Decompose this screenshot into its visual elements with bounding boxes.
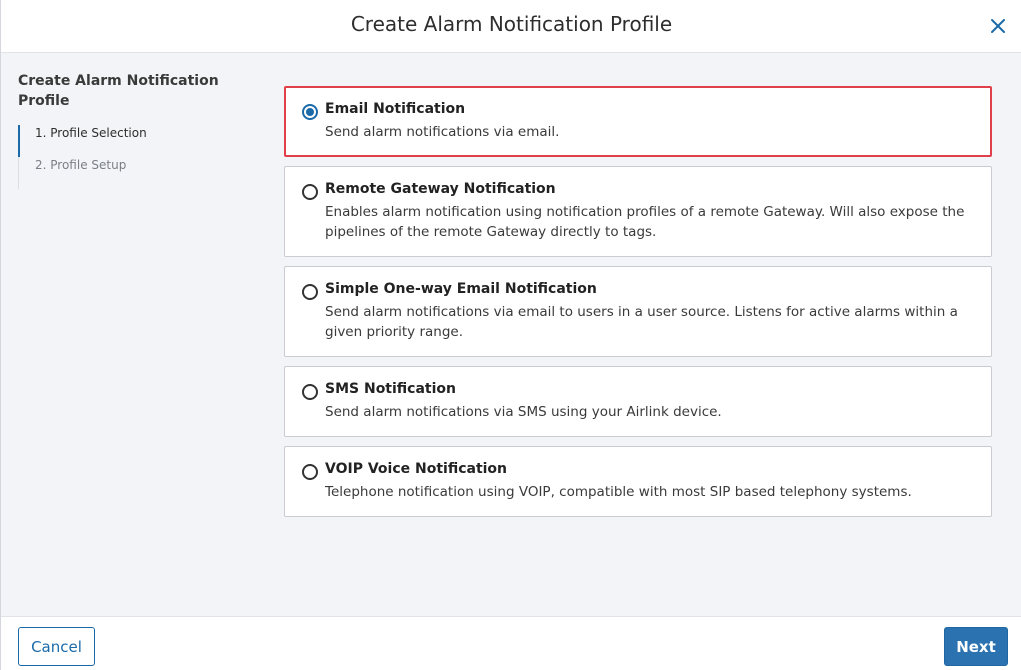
radio-button[interactable]	[302, 464, 318, 480]
radio-button[interactable]	[302, 104, 318, 120]
sidebar-title: Create Alarm Notification Profile	[18, 73, 219, 109]
option-title: SMS Notification	[325, 381, 456, 397]
option-simple-email-notification[interactable]: Simple One-way Email Notification Send a…	[284, 266, 992, 357]
close-button[interactable]	[984, 12, 1012, 40]
step-label: 1. Profile Selection	[35, 126, 147, 140]
option-title: Email Notification	[325, 101, 466, 117]
next-button[interactable]: Next	[944, 627, 1008, 666]
option-voip-notification[interactable]: VOIP Voice Notification Telephone notifi…	[284, 446, 992, 517]
radio-button[interactable]	[302, 184, 318, 200]
option-title: Remote Gateway Notification	[325, 181, 556, 197]
dialog-footer: Cancel Next	[1, 616, 1021, 670]
option-description: Send alarm notifications via email to us…	[325, 304, 958, 340]
dialog-title: Create Alarm Notification Profile	[350, 12, 673, 36]
option-description: Enables alarm notification using notific…	[325, 204, 965, 240]
option-description: Send alarm notifications via SMS using y…	[325, 404, 722, 420]
radio-button[interactable]	[302, 284, 318, 300]
step-label: 2. Profile Setup	[35, 158, 127, 172]
option-sms-notification[interactable]: SMS Notification Send alarm notification…	[284, 366, 992, 437]
radio-button[interactable]	[302, 384, 318, 400]
step-profile-setup[interactable]: 2. Profile Setup	[18, 157, 248, 189]
create-profile-dialog: Create Alarm Notification Profile Create…	[0, 0, 1021, 670]
step-profile-selection[interactable]: 1. Profile Selection	[18, 125, 248, 157]
radio-selected-dot	[306, 108, 314, 116]
wizard-sidebar: Create Alarm Notification Profile 1. Pro…	[18, 71, 248, 189]
option-title: VOIP Voice Notification	[325, 461, 508, 477]
close-icon	[991, 19, 1005, 33]
option-email-notification[interactable]: Email Notification Send alarm notificati…	[284, 86, 992, 157]
dialog-header: Create Alarm Notification Profile	[1, 0, 1021, 53]
option-remote-gateway-notification[interactable]: Remote Gateway Notification Enables alar…	[284, 166, 992, 257]
profile-type-options: Email Notification Send alarm notificati…	[284, 86, 992, 526]
option-description: Send alarm notifications via email.	[325, 124, 560, 140]
option-title: Simple One-way Email Notification	[325, 281, 597, 297]
cancel-button[interactable]: Cancel	[18, 627, 95, 666]
wizard-steps: 1. Profile Selection 2. Profile Setup	[18, 125, 248, 189]
option-description: Telephone notification using VOIP, compa…	[325, 484, 912, 500]
